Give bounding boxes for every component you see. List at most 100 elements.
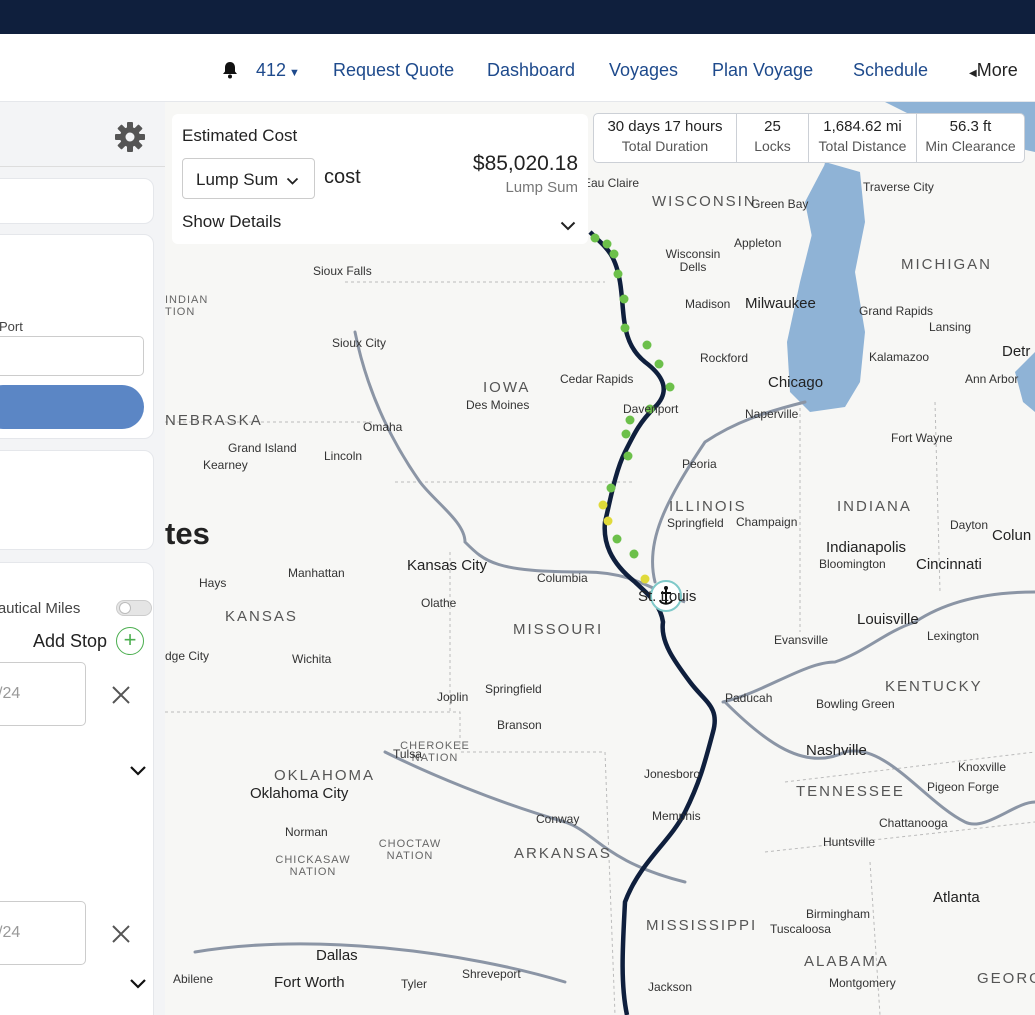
add-stop-button[interactable]: + xyxy=(116,627,144,655)
city-label: Knoxville xyxy=(958,760,1007,774)
city-label: Fort Wayne xyxy=(891,431,953,445)
state-label: INDIANA xyxy=(837,498,912,515)
city-label: St. Louis xyxy=(638,588,697,605)
chevron-down-icon[interactable] xyxy=(129,764,147,782)
city-label: Tulsa xyxy=(393,747,422,761)
cost-amount: $85,020.18 xyxy=(472,152,578,175)
chevron-down-icon[interactable] xyxy=(560,218,576,236)
nautical-miles-label: Nautical Miles xyxy=(0,600,81,617)
add-stop-label: Add Stop xyxy=(33,631,108,651)
port-label: Port xyxy=(0,319,23,334)
stat-label: Total Distance xyxy=(818,138,907,154)
city-label: Kalamazoo xyxy=(869,350,930,364)
city-label: Kansas City xyxy=(407,557,488,574)
state-label: ARKANSAS xyxy=(514,845,612,862)
state-label: WISCONSIN xyxy=(652,193,757,210)
cost-amount-sub: Lump Sum xyxy=(505,179,578,196)
state-border xyxy=(869,861,881,1015)
city-label: Atlanta xyxy=(933,889,980,906)
nav-plan-voyage[interactable]: Plan Voyage xyxy=(712,60,813,81)
nav-request-quote[interactable]: Request Quote xyxy=(333,60,454,81)
city-label: Abilene xyxy=(173,972,214,986)
nav-schedule[interactable]: Schedule xyxy=(853,60,928,81)
city-label: Bloomington xyxy=(819,557,886,571)
city-label: Oklahoma City xyxy=(250,785,349,802)
caret-left-icon: ◀ xyxy=(969,68,977,79)
bell-icon[interactable] xyxy=(221,60,239,85)
divider xyxy=(0,166,165,167)
state-label: MISSOURI xyxy=(513,621,604,638)
close-icon[interactable] xyxy=(110,923,132,950)
city-label: Dallas xyxy=(316,947,358,964)
port-card: Port xyxy=(0,234,154,439)
city-label: Jackson xyxy=(648,980,693,994)
city-label: Omaha xyxy=(363,420,403,434)
arkansas-river xyxy=(383,750,687,884)
state-label: TENNESSEE xyxy=(796,783,905,800)
state-label: IOWA xyxy=(483,379,531,396)
city-label: Springfield xyxy=(485,682,542,696)
city-label: Huntsville xyxy=(823,835,876,849)
state-border xyxy=(604,751,616,1015)
stat-value: 25 xyxy=(764,118,781,135)
state-label: NEBRASKA xyxy=(165,412,263,429)
voyage-route-line xyxy=(588,230,717,1015)
chevron-down-icon xyxy=(286,173,299,191)
nav-more[interactable]: ◀More xyxy=(969,60,1018,81)
city-label: Louisville xyxy=(857,611,919,628)
city-label: Evansville xyxy=(774,633,829,647)
chevron-down-icon[interactable] xyxy=(129,977,147,995)
notifications-count-dropdown[interactable]: 412 ▼ xyxy=(256,60,300,81)
city-label: Fort Worth xyxy=(274,974,345,991)
voyage-sidebar: Port Nautical Miles Add Stop + /24 /24 xyxy=(0,102,165,1015)
gear-icon[interactable] xyxy=(114,121,146,158)
city-label: Paducah xyxy=(725,691,773,705)
stop-date-input[interactable]: /24 xyxy=(0,662,86,726)
city-label: Lincoln xyxy=(324,449,363,463)
city-label: dge City xyxy=(165,649,210,663)
notifications-count: 412 xyxy=(256,60,287,80)
close-icon[interactable] xyxy=(110,684,132,711)
nautical-miles-toggle[interactable] xyxy=(116,600,152,616)
cost-type-value: Lump Sum xyxy=(196,170,279,189)
city-label: Branson xyxy=(497,718,542,732)
illinois-river xyxy=(650,400,807,584)
city-label: Hays xyxy=(199,576,227,590)
city-label: Memphis xyxy=(652,809,701,823)
city-label: Grand Island xyxy=(228,441,297,455)
city-label: Conway xyxy=(536,812,580,826)
city-label: Columbia xyxy=(537,571,588,585)
stat-label: Locks xyxy=(754,138,791,154)
city-label: Olathe xyxy=(421,596,457,610)
city-label: Milwaukee xyxy=(745,295,816,312)
city-label: Dayton xyxy=(950,518,989,532)
info-card xyxy=(0,450,154,550)
city-label: Tyler xyxy=(401,977,428,991)
nav-dashboard[interactable]: Dashboard xyxy=(487,60,575,81)
city-label: Norman xyxy=(285,825,328,839)
city-label: Naperville xyxy=(745,407,799,421)
cost-type-select[interactable]: Lump Sum xyxy=(182,158,315,199)
city-label: Des Moines xyxy=(466,398,530,412)
city-label: Pigeon Forge xyxy=(927,780,1000,794)
city-label: Bowling Green xyxy=(816,697,895,711)
estimated-cost-panel: Estimated Cost Lump Sum cost $85,020.18 … xyxy=(172,114,588,244)
city-label: Appleton xyxy=(734,236,782,250)
city-label: Colun xyxy=(992,527,1032,544)
missouri-river xyxy=(353,330,686,604)
port-submit-button[interactable] xyxy=(0,385,144,429)
nav-voyages[interactable]: Voyages xyxy=(609,60,678,81)
city-label: Madison xyxy=(685,297,731,311)
port-input[interactable] xyxy=(0,336,144,376)
city-label: Grand Rapids xyxy=(859,304,934,318)
show-details-label[interactable]: Show Details xyxy=(182,212,281,232)
city-label: Jonesboro xyxy=(644,767,701,781)
stop-date-input[interactable]: /24 xyxy=(0,901,86,965)
state-label: MISSISSIPPI xyxy=(646,917,758,934)
region-label: INDIAN TION xyxy=(165,294,209,318)
stat-value: 30 days 17 hours xyxy=(607,118,723,135)
origin-card-top xyxy=(0,178,154,224)
state-label: ALABAMA xyxy=(804,953,889,970)
city-label: Eau Claire xyxy=(583,176,640,190)
stop-date-value: /24 xyxy=(0,685,21,702)
